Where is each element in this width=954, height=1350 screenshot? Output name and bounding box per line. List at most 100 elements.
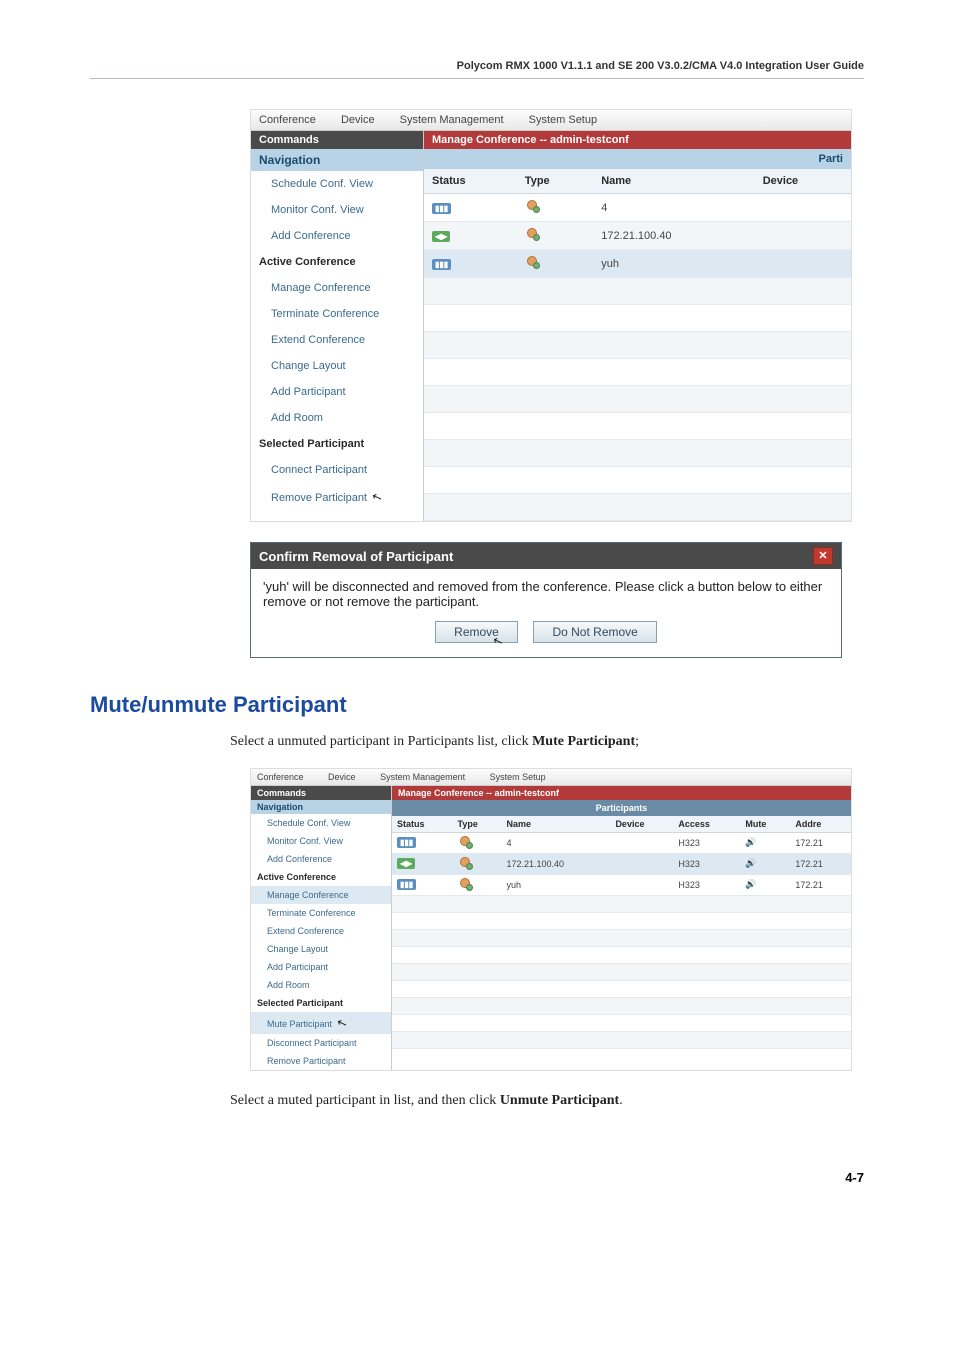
navigation-title: Navigation [251, 149, 423, 171]
nav-selected-participant: Selected Participant [251, 994, 391, 1012]
menu-device[interactable]: Device [328, 772, 356, 782]
table-row[interactable]: ▮▮▮ 4 H323 🔊 172.21 [392, 832, 851, 853]
nav-mute-participant-label: Mute Participant [267, 1019, 332, 1029]
table-row [424, 359, 851, 386]
nav-manage-conference[interactable]: Manage Conference [251, 275, 423, 301]
status-badge-icon: ▮▮▮ [432, 259, 451, 270]
cell-access: H323 [673, 874, 740, 895]
status-badge-icon: ◀▶ [432, 231, 450, 242]
table-row [424, 413, 851, 440]
menu-system-management[interactable]: System Management [400, 114, 504, 126]
nav-remove-participant[interactable]: Remove Participant ↖ [251, 483, 423, 511]
navigation-title: Navigation [251, 800, 391, 814]
table-row [424, 305, 851, 332]
cursor-arrow-icon: ↖ [334, 1014, 348, 1031]
nav-add-participant[interactable]: Add Participant [251, 379, 423, 405]
table-row [424, 440, 851, 467]
table-row[interactable]: ▮▮▮ yuh [424, 250, 851, 278]
menu-device[interactable]: Device [341, 114, 375, 126]
col-type[interactable]: Type [517, 169, 593, 194]
nav-terminate-conference[interactable]: Terminate Conference [251, 904, 391, 922]
remove-button[interactable]: Remove ↖ [435, 621, 518, 643]
cursor-arrow-icon: ↖ [491, 633, 505, 650]
nav-selected-participant: Selected Participant [251, 431, 423, 457]
nav-remove-participant[interactable]: Remove Participant [251, 1052, 391, 1070]
cursor-arrow-icon: ↖ [370, 489, 384, 506]
participants-table: Status Type Name Device ▮▮▮ 4 ◀▶ [424, 169, 851, 521]
sidebar: Commands Navigation Schedule Conf. View … [251, 131, 423, 521]
table-row[interactable]: ◀▶ 172.21.100.40 [424, 222, 851, 250]
nav-schedule-conf-view[interactable]: Schedule Conf. View [251, 171, 423, 197]
cell-name: 4 [501, 832, 610, 853]
cell-name: yuh [593, 250, 755, 278]
unmute-participant-strong: Unmute Participant [500, 1093, 619, 1108]
table-row [392, 1031, 851, 1048]
page-footer: 4-7 [90, 1170, 864, 1185]
body-text-mute: Select a unmuted participant in Particip… [230, 732, 844, 752]
col-mute[interactable]: Mute [740, 816, 790, 833]
participant-type-icon [458, 836, 472, 848]
table-row [424, 278, 851, 305]
menu-system-setup[interactable]: System Setup [529, 114, 597, 126]
manage-conf-title: Manage Conference -- admin-testconf [424, 131, 851, 149]
cell-access: H323 [673, 853, 740, 874]
table-row[interactable]: ▮▮▮ 4 [424, 194, 851, 222]
nav-manage-conference[interactable]: Manage Conference [251, 886, 391, 904]
nav-disconnect-participant[interactable]: Disconnect Participant [251, 1034, 391, 1052]
manage-conf-title: Manage Conference -- admin-testconf [392, 786, 851, 800]
nav-change-layout[interactable]: Change Layout [251, 940, 391, 958]
table-row [392, 946, 851, 963]
nav-extend-conference[interactable]: Extend Conference [251, 922, 391, 940]
main-panel: Manage Conference -- admin-testconf Part… [423, 131, 851, 521]
nav-extend-conference[interactable]: Extend Conference [251, 327, 423, 353]
table-row [424, 494, 851, 521]
participants-table: Status Type Name Device Access Mute Addr… [392, 816, 851, 1049]
nav-add-room[interactable]: Add Room [251, 976, 391, 994]
col-type[interactable]: Type [453, 816, 502, 833]
dialog-title: Confirm Removal of Participant [259, 549, 453, 564]
col-addre[interactable]: Addre [790, 816, 851, 833]
cell-addr: 172.21 [790, 832, 851, 853]
nav-add-room[interactable]: Add Room [251, 405, 423, 431]
nav-monitor-conf-view[interactable]: Monitor Conf. View [251, 197, 423, 223]
nav-active-conference: Active Conference [251, 249, 423, 275]
body-text-segment: Select a muted participant in list, and … [230, 1093, 500, 1108]
participant-type-icon [525, 228, 539, 240]
col-name[interactable]: Name [593, 169, 755, 194]
menu-system-setup[interactable]: System Setup [490, 772, 546, 782]
nav-add-conference[interactable]: Add Conference [251, 850, 391, 868]
participant-type-icon [458, 857, 472, 869]
commands-bar: Commands [251, 786, 391, 800]
nav-add-conference[interactable]: Add Conference [251, 223, 423, 249]
body-text-segment: Select a unmuted participant in Particip… [230, 734, 532, 749]
speaker-on-icon: 🔊 [745, 879, 756, 889]
nav-terminate-conference[interactable]: Terminate Conference [251, 301, 423, 327]
close-icon[interactable]: ✕ [813, 547, 833, 565]
do-not-remove-button[interactable]: Do Not Remove [533, 621, 656, 643]
nav-mute-participant[interactable]: Mute Participant ↖ [251, 1012, 391, 1034]
table-row [392, 997, 851, 1014]
menu-system-management[interactable]: System Management [380, 772, 465, 782]
nav-add-participant[interactable]: Add Participant [251, 958, 391, 976]
nav-change-layout[interactable]: Change Layout [251, 353, 423, 379]
body-text-unmute: Select a muted participant in list, and … [230, 1091, 844, 1111]
cell-name: yuh [501, 874, 610, 895]
menu-conference[interactable]: Conference [259, 114, 316, 126]
table-row[interactable]: ▮▮▮ yuh H323 🔊 172.21 [392, 874, 851, 895]
sidebar: Commands Navigation Schedule Conf. View … [251, 786, 391, 1070]
col-device[interactable]: Device [610, 816, 673, 833]
col-name[interactable]: Name [501, 816, 610, 833]
menu-conference[interactable]: Conference [257, 772, 304, 782]
col-device[interactable]: Device [755, 169, 851, 194]
table-row [392, 929, 851, 946]
nav-schedule-conf-view[interactable]: Schedule Conf. View [251, 814, 391, 832]
col-access[interactable]: Access [673, 816, 740, 833]
table-row[interactable]: ◀▶ 172.21.100.40 H323 🔊 172.21 [392, 853, 851, 874]
col-status[interactable]: Status [392, 816, 453, 833]
nav-connect-participant[interactable]: Connect Participant [251, 457, 423, 483]
nav-monitor-conf-view[interactable]: Monitor Conf. View [251, 832, 391, 850]
col-status[interactable]: Status [424, 169, 517, 194]
cell-addr: 172.21 [790, 853, 851, 874]
doc-header: Polycom RMX 1000 V1.1.1 and SE 200 V3.0.… [90, 60, 864, 72]
status-badge-icon: ▮▮▮ [397, 879, 416, 890]
